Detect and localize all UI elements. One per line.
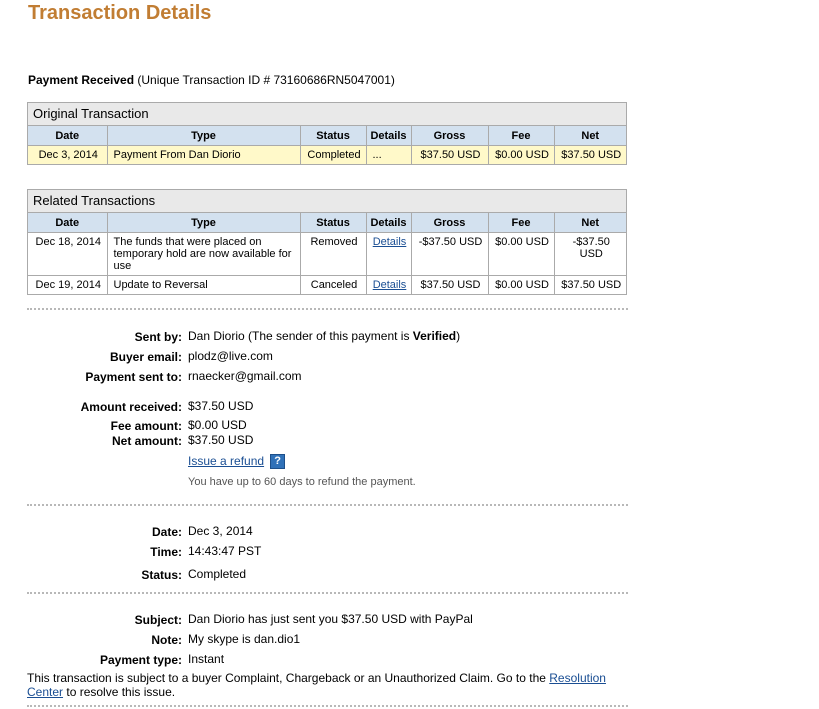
payment-type-label: Payment type: [99, 653, 182, 667]
transaction-id: (Unique Transaction ID # 73160686RN50470… [134, 73, 395, 87]
column-header-date: Date [28, 213, 108, 233]
cell-fee: $0.00 USD [488, 275, 555, 294]
date-label: Date: [151, 525, 182, 539]
payment-status-heading: Payment Received [28, 73, 135, 87]
cell-fee: $0.00 USD [488, 145, 555, 164]
related-transactions-caption: Related Transactions [28, 190, 626, 213]
sender-verification-note: (The sender of this payment is [244, 329, 413, 343]
original-transaction-panel: Original Transaction Date Type Status De… [27, 102, 627, 165]
date-value: Dec 3, 2014 [188, 524, 253, 538]
subject-value: Dan Diorio has just sent you $37.50 USD … [188, 612, 473, 626]
status-value: Completed [188, 567, 247, 581]
note-value: My skype is dan.dio1 [188, 632, 301, 646]
table-row: Dec 3, 2014 Payment From Dan Diorio Comp… [28, 145, 626, 164]
cell-details: Details [366, 275, 412, 294]
net-amount-label: Net amount: [112, 434, 182, 448]
column-header-fee: Fee [488, 213, 555, 233]
column-header-details: Details [366, 126, 412, 146]
related-transactions-table: Date Type Status Details Gross Fee Net D… [28, 213, 626, 294]
cell-details: Details [366, 232, 412, 276]
amount-received-value: $37.50 USD [188, 399, 254, 413]
dotted-divider [27, 504, 628, 506]
cell-date: Dec 18, 2014 [28, 232, 108, 276]
cell-type: Update to Reversal [107, 275, 301, 294]
cell-details: ... [366, 145, 412, 164]
verified-status: Verified [412, 329, 457, 343]
cell-gross: $37.50 USD [411, 275, 489, 294]
cell-date: Dec 3, 2014 [28, 145, 108, 164]
dotted-divider [27, 308, 628, 310]
column-header-type: Type [107, 126, 301, 146]
cell-gross: $37.50 USD [411, 145, 489, 164]
cell-status: Canceled [300, 275, 367, 294]
notice-text-end: to resolve this issue. [63, 685, 176, 699]
payment-subheading: Payment Received (Unique Transaction ID … [28, 73, 395, 87]
column-header-net: Net [554, 126, 626, 146]
refund-note: You have up to 60 days to refund the pay… [188, 476, 416, 488]
column-header-net: Net [554, 213, 626, 233]
column-header-gross: Gross [411, 126, 489, 146]
payment-sent-to-value: rnaecker@gmail.com [188, 369, 302, 383]
cell-net: -$37.50 USD [554, 232, 626, 276]
details-link[interactable]: Details [373, 279, 407, 291]
note-label: Note: [151, 633, 182, 647]
sender-note-close: ) [456, 329, 461, 343]
table-row: Dec 19, 2014 Update to Reversal Canceled… [28, 275, 626, 294]
buyer-email-label: Buyer email: [109, 350, 182, 364]
cell-status: Completed [300, 145, 367, 164]
column-header-status: Status [300, 126, 367, 146]
net-amount-value: $37.50 USD [188, 433, 254, 447]
table-row: Dec 18, 2014 The funds that were placed … [28, 232, 626, 276]
time-label: Time: [150, 545, 182, 559]
cell-net: $37.50 USD [561, 279, 622, 291]
buyer-email-value: plodz@live.com [188, 349, 273, 363]
table-header-row: Date Type Status Details Gross Fee Net [28, 213, 626, 233]
original-transaction-table: Date Type Status Details Gross Fee Net D… [28, 126, 626, 164]
details-link[interactable]: Details [373, 236, 407, 248]
refund-row: Issue a refund? [188, 454, 286, 470]
column-header-gross: Gross [411, 213, 489, 233]
page-title: Transaction Details [28, 2, 212, 24]
notice-text: This transaction is subject to a buyer C… [27, 671, 550, 685]
status-label: Status: [141, 568, 182, 582]
sender-name: Dan Diorio [188, 329, 245, 343]
column-header-status: Status [300, 213, 367, 233]
time-value: 14:43:47 PST [188, 544, 262, 558]
cell-type: The funds that were placed on temporary … [107, 232, 301, 276]
cell-date: Dec 19, 2014 [28, 275, 108, 294]
column-header-details: Details [366, 213, 412, 233]
sent-by-label: Sent by: [134, 330, 182, 344]
table-header-row: Date Type Status Details Gross Fee Net [28, 126, 626, 146]
cell-type: Payment From Dan Diorio [107, 145, 301, 164]
cell-gross: -$37.50 USD [411, 232, 489, 276]
original-transaction-caption: Original Transaction [28, 103, 626, 126]
related-transactions-panel: Related Transactions Date Type Status De… [27, 189, 627, 295]
fee-amount-value: $0.00 USD [188, 418, 247, 432]
subject-label: Subject: [134, 613, 182, 627]
column-header-date: Date [28, 126, 108, 146]
cell-fee: $0.00 USD [488, 232, 555, 276]
amount-received-label: Amount received: [80, 400, 182, 414]
column-header-type: Type [107, 213, 301, 233]
sent-by-value: Dan Diorio (The sender of this payment i… [188, 329, 460, 343]
column-header-fee: Fee [488, 126, 555, 146]
resolution-center-notice: This transaction is subject to a buyer C… [27, 671, 627, 699]
issue-refund-link[interactable]: Issue a refund [188, 454, 264, 468]
payment-sent-to-label: Payment sent to: [85, 370, 182, 384]
cell-status: Removed [300, 232, 367, 276]
fee-amount-label: Fee amount: [110, 419, 182, 433]
dotted-divider [27, 592, 628, 594]
payment-type-value: Instant [188, 652, 225, 666]
cell-net: $37.50 USD [554, 145, 626, 164]
dotted-divider [27, 705, 628, 707]
help-icon[interactable]: ? [270, 454, 286, 470]
